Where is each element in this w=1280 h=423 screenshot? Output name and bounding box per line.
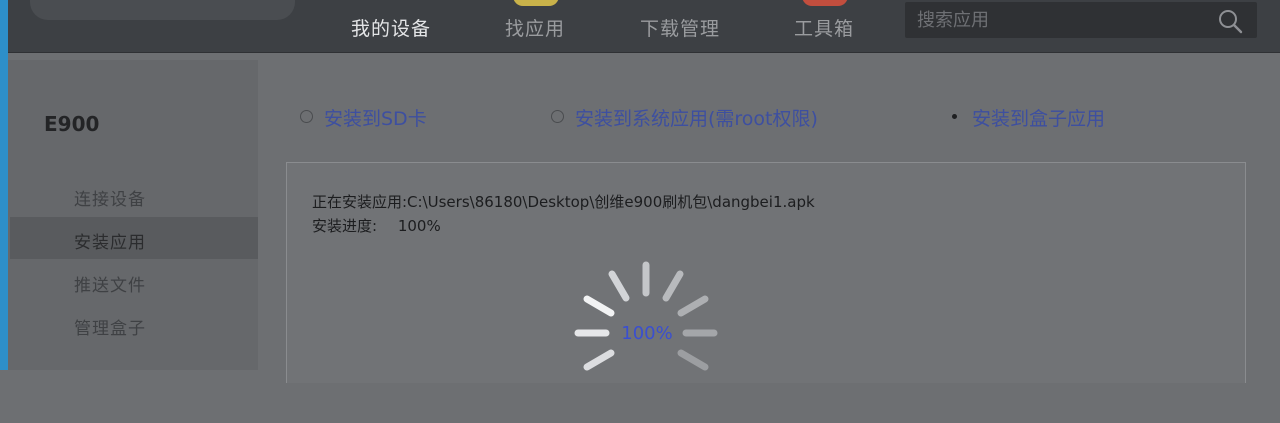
install-progress-panel: 正在安装应用:C:\Users\86180\Desktop\创维e900刷机包\… [286, 162, 1246, 383]
radio-label: 安装到SD卡 [324, 108, 427, 130]
radio-button[interactable] [551, 110, 564, 123]
nav-tab-find-apps[interactable]: 找应用 [475, 0, 595, 52]
nav-tab-toolbox[interactable]: 工具箱 [764, 0, 884, 52]
radio-button[interactable] [300, 110, 313, 123]
sidebar: E900 连接设备 安装应用 推送文件 管理盒子 [8, 60, 258, 370]
nav-tab-accent [513, 0, 559, 6]
sidebar-item-label: 管理盒子 [74, 319, 146, 339]
main-content: 安装到SD卡 安装到系统应用(需root权限) 安装到盒子应用 正在安装应用:C… [262, 60, 1280, 383]
radio-button-selected[interactable] [948, 110, 961, 123]
top-navigation-bar: 我的设备 找应用 下载管理 工具箱 [8, 0, 1280, 53]
device-name: E900 [44, 112, 100, 136]
search-icon[interactable] [1217, 8, 1243, 34]
install-progress-value: 100% [397, 217, 441, 235]
window-frame-edge [0, 0, 8, 370]
search-input[interactable] [915, 6, 1199, 34]
sidebar-item-label: 安装应用 [74, 233, 146, 253]
nav-tab-label: 工具箱 [793, 18, 854, 40]
nav-tab-my-devices[interactable]: 我的设备 [331, 0, 451, 52]
search-box [905, 2, 1257, 38]
logo-area [30, 0, 295, 20]
install-progress-label: 安装进度: [312, 217, 378, 235]
sidebar-item-label: 推送文件 [74, 276, 146, 296]
sidebar-item-connect-device[interactable]: 连接设备 [10, 174, 258, 216]
spinner-percentage: 100% [621, 323, 673, 344]
nav-tab-download-manager[interactable]: 下载管理 [620, 0, 740, 52]
sidebar-item-label: 连接设备 [74, 190, 146, 210]
install-progress-row: 安装进度: 100% [312, 215, 441, 236]
radio-label: 安装到系统应用(需root权限) [575, 108, 818, 130]
radio-label: 安装到盒子应用 [972, 108, 1106, 130]
nav-tab-accent [802, 0, 848, 6]
nav-tab-label: 找应用 [504, 18, 565, 40]
sidebar-item-install-apps[interactable]: 安装应用 [10, 217, 258, 259]
nav-tab-label: 我的设备 [350, 18, 431, 40]
sidebar-item-manage-box[interactable]: 管理盒子 [10, 303, 258, 345]
installing-app-path: 正在安装应用:C:\Users\86180\Desktop\创维e900刷机包\… [312, 193, 815, 211]
sidebar-item-push-files[interactable]: 推送文件 [10, 260, 258, 302]
nav-tab-label: 下载管理 [639, 18, 720, 40]
